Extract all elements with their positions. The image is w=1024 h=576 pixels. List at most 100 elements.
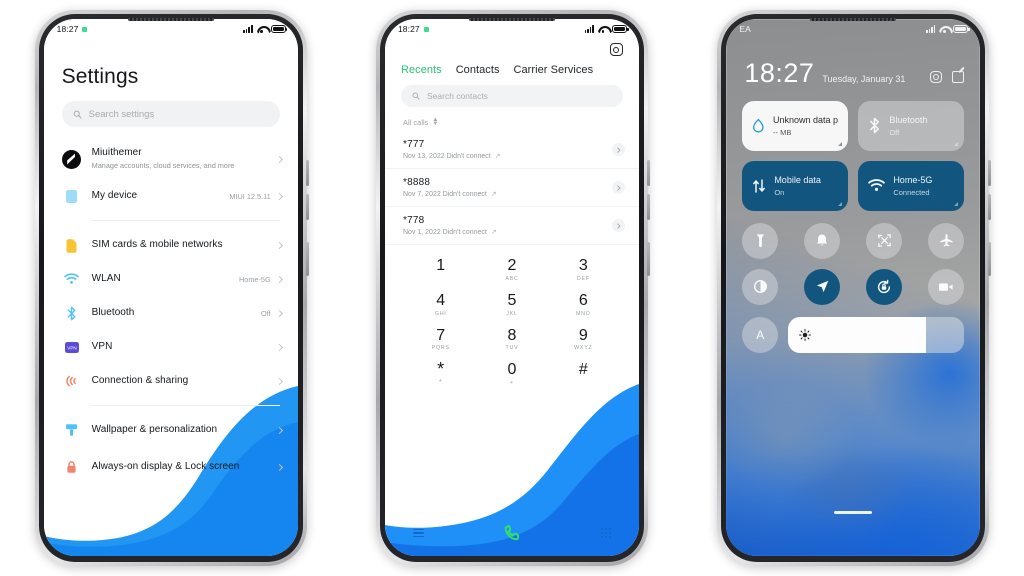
- settings-row-wlan[interactable]: WLAN Home-5G: [44, 262, 298, 296]
- volume-down-button[interactable]: [988, 194, 992, 220]
- tile-wifi[interactable]: Home-5G Connected: [858, 160, 965, 211]
- expand-corner-icon[interactable]: [838, 201, 843, 206]
- volume-down-button[interactable]: [646, 194, 650, 220]
- dialpad-key-hash[interactable]: #: [548, 357, 619, 392]
- key-letters: GHI: [434, 310, 447, 317]
- volume-down-button[interactable]: [305, 194, 309, 220]
- expand-corner-icon[interactable]: [838, 141, 843, 146]
- dialpad-key-0[interactable]: 0 +: [476, 357, 547, 392]
- settings-row-sim-cards[interactable]: SIM cards & mobile networks: [44, 228, 298, 262]
- key-letters: [548, 380, 619, 387]
- dialpad-key-8[interactable]: 8 TUV: [476, 323, 547, 358]
- dialpad: 1 2 ABC 3 DEF 4 GHI 5 JKL 6 MNO 7 PQRS 8…: [385, 245, 639, 392]
- settings-row-wallpaper[interactable]: Wallpaper & personalization: [44, 413, 298, 447]
- chevron-right-icon: [275, 309, 283, 317]
- settings-row-my-device[interactable]: My device MIUI 12.5.11: [44, 179, 298, 213]
- toggle-auto-rotate-lock[interactable]: [866, 268, 903, 305]
- edit-icon[interactable]: [952, 70, 965, 83]
- auto-brightness-button[interactable]: A: [742, 316, 779, 353]
- call-details-button[interactable]: [611, 181, 625, 194]
- wifi-icon: [62, 273, 82, 285]
- volume-up-button[interactable]: [988, 160, 992, 186]
- toggle-airplane-mode[interactable]: [928, 222, 965, 259]
- menu-icon[interactable]: [412, 528, 424, 538]
- row-value: MIUI 12.5.11: [229, 191, 271, 201]
- settings-icon[interactable]: [930, 70, 943, 83]
- ringer-bell-icon: [817, 234, 828, 246]
- phone-bezel: 18:27 Recents Contacts Carrier Services …: [379, 14, 644, 562]
- toggle-location[interactable]: [804, 268, 841, 305]
- tab-carrier-services[interactable]: Carrier Services: [514, 64, 594, 76]
- home-indicator[interactable]: [834, 511, 873, 514]
- settings-row-vpn[interactable]: VPN VPN: [44, 330, 298, 364]
- chevron-right-icon: [275, 241, 283, 249]
- dialpad-key-star[interactable]: * +: [405, 357, 476, 392]
- page-title: Settings: [61, 65, 139, 88]
- toggle-screen-recorder[interactable]: [928, 268, 965, 305]
- tab-recents[interactable]: Recents: [401, 64, 442, 76]
- dialpad-key-1[interactable]: 1: [405, 253, 476, 288]
- toggle-row-1: [742, 222, 965, 259]
- toggle-flashlight[interactable]: [742, 222, 779, 259]
- search-input[interactable]: Search settings: [61, 101, 280, 127]
- dialpad-key-2[interactable]: 2 ABC: [476, 253, 547, 288]
- toggle-screenshot[interactable]: [866, 222, 903, 259]
- expand-corner-icon[interactable]: [954, 141, 959, 146]
- key-digit: 5: [507, 291, 517, 309]
- volume-up-button[interactable]: [646, 160, 650, 186]
- gear-icon[interactable]: [609, 43, 623, 56]
- settings-row-bluetooth[interactable]: Bluetooth Off: [44, 296, 298, 330]
- search-placeholder: Search settings: [88, 108, 155, 120]
- call-filter-dropdown[interactable]: All calls ▲ ▼: [385, 107, 639, 127]
- dialpad-key-7[interactable]: 7 PQRS: [405, 323, 476, 358]
- tab-contacts[interactable]: Contacts: [456, 64, 500, 76]
- brightness-slider[interactable]: [788, 316, 965, 353]
- power-button[interactable]: [305, 242, 309, 276]
- settings-row-lock-screen[interactable]: Always-on display & Lock screen: [44, 447, 298, 487]
- chevron-right-icon: [275, 426, 283, 434]
- settings-row-account[interactable]: Miuithemer Manage accounts, cloud servic…: [44, 139, 298, 179]
- call-icon[interactable]: [500, 521, 524, 545]
- carrier-label: EA: [739, 24, 751, 34]
- tile-data-usage[interactable]: Unknown data plan -- MB: [742, 100, 849, 151]
- dialpad-key-3[interactable]: 3 DEF: [548, 253, 619, 288]
- row-subtitle: Manage accounts, cloud services, and mor…: [91, 161, 235, 171]
- call-details-button[interactable]: [611, 219, 625, 232]
- dialpad-key-9[interactable]: 9 WXYZ: [548, 323, 619, 358]
- call-row[interactable]: *778 Nov 1, 2022 Didn't connect ↗: [384, 207, 639, 245]
- call-row[interactable]: *777 Nov 13, 2022 Didn't connect ↗: [384, 131, 639, 169]
- expand-corner-icon[interactable]: [954, 201, 959, 206]
- call-details-button[interactable]: [611, 143, 625, 156]
- dialpad-key-5[interactable]: 5 JKL: [476, 288, 547, 323]
- key-digit: 4: [436, 291, 446, 309]
- tile-mobile-data[interactable]: Mobile data On: [742, 160, 849, 211]
- key-digit: 9: [578, 326, 588, 344]
- row-label: Always-on display & Lock screen: [91, 460, 240, 472]
- dialpad-key-6[interactable]: 6 MNO: [548, 288, 619, 323]
- dialpad-key-4[interactable]: 4 GHI: [405, 288, 476, 323]
- status-indicator-dot: [82, 26, 88, 32]
- settings-row-connection-sharing[interactable]: Connection & sharing: [44, 364, 298, 398]
- dialer-bottom-bar: [385, 510, 639, 556]
- power-button[interactable]: [988, 242, 992, 276]
- key-letters: MNO: [575, 310, 591, 317]
- search-contacts-input[interactable]: Search contacts: [400, 85, 623, 107]
- status-indicator-dot: [423, 26, 429, 32]
- keypad-icon[interactable]: [600, 528, 611, 538]
- location-icon: [816, 280, 829, 293]
- status-time: 18:27: [397, 24, 420, 34]
- list-divider: [89, 220, 280, 221]
- sort-updown-icon: ▲ ▼: [432, 117, 439, 127]
- battery-icon: [953, 25, 970, 33]
- key-digit: *: [437, 359, 445, 380]
- toggle-dark-mode[interactable]: [742, 268, 779, 305]
- status-bar: 18:27: [44, 19, 298, 39]
- volume-up-button[interactable]: [305, 160, 309, 186]
- clock-date: Tuesday, January 31: [822, 73, 906, 84]
- call-number: *778: [402, 215, 425, 226]
- airplane-mode-icon: [940, 234, 953, 247]
- power-button[interactable]: [646, 242, 650, 276]
- toggle-ringer[interactable]: [804, 222, 841, 259]
- call-row[interactable]: *8888 Nov 7, 2022 Didn't connect ↗: [384, 169, 639, 207]
- tile-bluetooth[interactable]: Bluetooth Off: [858, 100, 965, 151]
